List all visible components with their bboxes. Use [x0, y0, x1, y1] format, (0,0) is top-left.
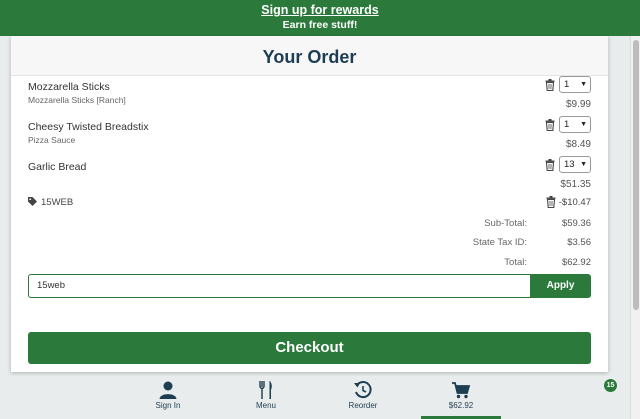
promo-code-form: 15web Apply	[28, 274, 591, 298]
cart-icon	[452, 382, 471, 399]
promo-code-input[interactable]: 15web	[28, 274, 530, 298]
item-price: $9.99	[565, 99, 591, 110]
apply-button[interactable]: Apply	[530, 274, 591, 298]
item-price: $51.35	[560, 179, 591, 190]
quantity-select[interactable]: 1 ▼	[559, 76, 591, 93]
page-scrollbar[interactable]	[630, 36, 640, 419]
item-name: Mozzarella Sticks	[28, 81, 110, 93]
item-name: Garlic Bread	[28, 161, 87, 173]
rewards-subtitle: Earn free stuff!	[282, 19, 358, 31]
order-panel: Your Order Mozzarella Sticks Mozzarella …	[11, 36, 608, 372]
trash-icon[interactable]	[545, 118, 555, 131]
scrollbar-thumb[interactable]	[633, 40, 639, 310]
chevron-down-icon: ▼	[580, 121, 587, 128]
item-controls: 13 ▼	[545, 156, 591, 173]
nav-sign-in[interactable]: Sign In	[128, 380, 208, 410]
nav-menu[interactable]: Menu	[226, 380, 306, 410]
nav-label: Sign In	[155, 401, 181, 410]
item-name: Cheesy Twisted Breadstix	[28, 121, 149, 133]
tax-value: $3.56	[567, 237, 591, 248]
coupon-code: 15WEB	[41, 197, 74, 208]
checkout-button[interactable]: Checkout	[28, 332, 591, 364]
item-controls: 1 ▼	[545, 76, 591, 93]
rewards-banner: Sign up for rewards Earn free stuff!	[0, 0, 640, 36]
subtotal-value: $59.36	[561, 218, 591, 229]
tax-label: State Tax ID:	[472, 237, 527, 248]
quantity-value: 1	[564, 79, 570, 90]
trash-icon[interactable]	[545, 78, 555, 91]
coupon-controls: -$10.47	[546, 196, 591, 208]
order-item: Mozzarella Sticks Mozzarella Sticks [Ran…	[28, 76, 591, 110]
item-price: $8.49	[565, 139, 591, 150]
item-detail: Pizza Sauce	[28, 135, 76, 145]
cart-count-badge: 15	[604, 379, 617, 392]
coupon-row: 15WEB -$10.47	[28, 196, 591, 208]
nav-label: $62.92	[448, 401, 474, 410]
item-controls: 1 ▼	[545, 116, 591, 133]
chevron-down-icon: ▼	[580, 161, 587, 168]
quantity-value: 1	[564, 119, 570, 130]
nav-reorder[interactable]: Reorder	[323, 380, 403, 410]
nav-cart[interactable]: $62.92	[421, 380, 501, 419]
trash-icon[interactable]	[545, 158, 555, 171]
nav-label: Reorder	[348, 401, 378, 410]
person-icon	[159, 381, 177, 399]
order-header: Your Order	[11, 36, 608, 76]
subtotal-label: Sub-Total:	[484, 218, 527, 229]
total-label: Total:	[504, 257, 527, 268]
nav-label: Menu	[255, 401, 276, 410]
bottom-nav: Sign In Menu Reorder $62.92	[0, 376, 630, 419]
item-detail: Mozzarella Sticks [Ranch]	[28, 95, 126, 105]
rewards-signup-link[interactable]: Sign up for rewards	[0, 3, 640, 17]
page-title: Your Order	[262, 47, 357, 67]
chevron-down-icon: ▼	[580, 81, 587, 88]
fork-knife-icon	[259, 381, 272, 399]
total-value: $62.92	[561, 257, 591, 268]
tag-icon	[28, 197, 37, 206]
coupon-amount: -$10.47	[558, 196, 591, 208]
quantity-select[interactable]: 1 ▼	[559, 116, 591, 133]
trash-icon[interactable]	[546, 196, 556, 208]
quantity-value: 13	[564, 159, 575, 170]
reorder-icon	[354, 381, 372, 399]
order-item: Garlic Bread 13 ▼ $51.35	[28, 156, 591, 190]
quantity-select[interactable]: 13 ▼	[559, 156, 591, 173]
order-item: Cheesy Twisted Breadstix Pizza Sauce 1 ▼ …	[28, 116, 591, 150]
